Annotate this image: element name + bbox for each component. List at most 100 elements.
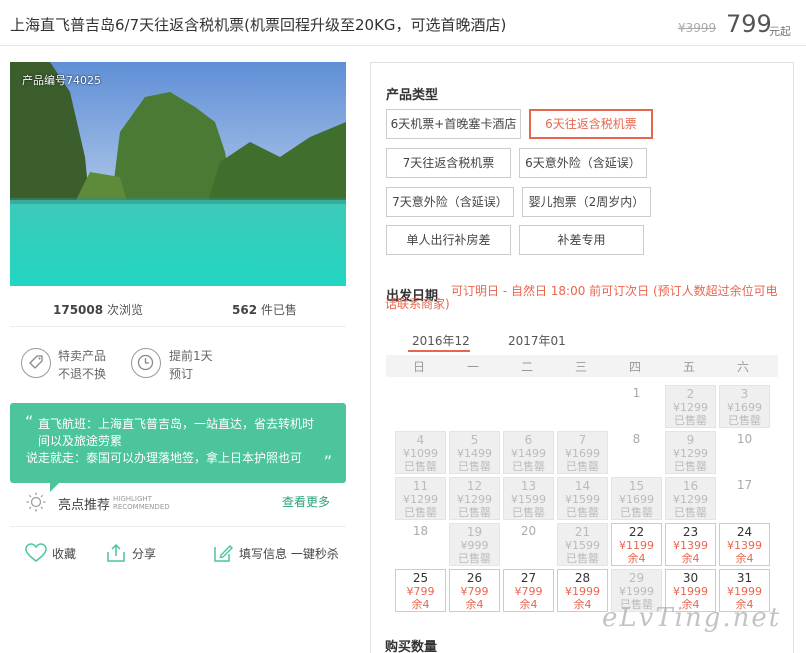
calendar-day-status: 余4 [681,552,700,565]
views-count: 175008 [53,303,104,317]
highlight-label: 亮点推荐 [58,498,111,513]
calendar-day-number: 2 [686,387,695,401]
weekday-label: 三 [574,360,587,374]
calendar-day-number: 19 [466,525,483,539]
calendar-day-price: ¥1699 [727,401,762,414]
month-tab-next[interactable]: 2017年01 [508,332,566,349]
weekday-label: 六 [736,360,749,374]
option-6day-hotel[interactable]: 6天机票+首晚塞卡酒店 [386,109,521,139]
highlight-line: 说走就走：泰国可以办理落地签，拿上日本护照也可 [26,451,303,465]
calendar-day[interactable]: 24 ¥1399 余4 [719,523,770,566]
calendar-day: 13 ¥1599 已售罄 [503,477,554,520]
highlight-bar: 亮点推荐 HIGHLIGHT RECOMMENDED 查看更多 [10,488,346,516]
calendar-day-number: 31 [736,571,753,585]
watermark: eLvTing.net [602,603,782,633]
calendar-day-status: 已售罄 [566,460,599,473]
highlight-line: 直飞航班：上海直飞普吉岛，一站直达，省去转机时 [38,417,315,431]
calendar-day-number: 18 [412,524,429,538]
calendar-day[interactable]: 22 ¥1199 余4 [611,523,662,566]
views-label: 次浏览 [106,303,143,317]
calendar-day-status: 已售罄 [674,506,707,519]
calendar-day-number: 14 [574,479,591,493]
quote-open-icon: “ [25,412,34,431]
calendar-day-number: 28 [574,571,591,585]
calendar-day-price: ¥1699 [565,447,600,460]
tag-icon [21,348,51,378]
calendar-day-status: 已售罄 [566,506,599,519]
feature-line: 不退不换 [58,367,107,381]
fill-info-button[interactable]: 填写信息 一键秒杀 [239,545,339,562]
calendar-day-number: 27 [520,571,537,585]
calendar-day: 4 ¥1099 已售罄 [395,431,446,474]
date-note-text: 可订明日 - 自然日 18:00 前可订次日 (预订人数超过余位可电话联系商家) [385,284,778,311]
see-more-link[interactable]: 查看更多 [282,493,330,510]
calendar-day-number: 22 [628,525,645,539]
calendar-day-number: 23 [682,525,699,539]
calendar-day-status: 已售罄 [674,460,707,473]
calendar-day-number: 30 [682,571,699,585]
weekday-label: 日 [412,360,425,374]
month-tab-current[interactable]: 2016年12 [412,332,470,349]
divider [10,526,346,527]
calendar-day: 11 ¥1299 已售罄 [395,477,446,520]
product-photo [10,62,346,286]
calendar-day-status: 已售罄 [620,506,653,519]
calendar-day-number: 17 [736,478,753,492]
option-7day-insurance[interactable]: 7天意外险（含延误） [386,187,514,217]
calendar-day: 20 [503,523,554,566]
calendar-day-number: 12 [466,479,483,493]
calendar-day: 1 [611,385,662,428]
calendar-day-number: 24 [736,525,753,539]
option-price-difference[interactable]: 补差专用 [519,225,644,255]
option-6day-insurance[interactable]: 6天意外险（含延误） [519,148,647,178]
heart-icon[interactable] [25,543,47,563]
calendar-day: 3 ¥1699 已售罄 [719,385,770,428]
divider [10,326,346,327]
feature-line: 预订 [169,367,194,381]
calendar-day-status: 已售罄 [674,414,707,427]
calendar-day-status: 已售罄 [458,552,491,565]
calendar-day-price: ¥799 [460,585,489,598]
calendar-day-number: 4 [416,433,425,447]
calendar-day-number: 3 [740,387,749,401]
calendar-day-number: 6 [524,433,533,447]
edit-icon[interactable] [213,543,233,563]
current-price: 799 [726,10,772,38]
option-infant-ticket[interactable]: 婴儿抱票（2周岁内） [522,187,651,217]
favorite-button[interactable]: 收藏 [52,545,76,562]
share-icon[interactable] [106,543,126,563]
option-6day-ticket[interactable]: 6天往返含税机票 [529,109,653,139]
calendar-day: 8 [611,431,662,474]
weekday-label: 二 [520,360,533,374]
calendar-day-price: ¥1999 [673,585,708,598]
calendar-day[interactable]: 27 ¥799 余4 [503,569,554,612]
calendar-day: 12 ¥1299 已售罄 [449,477,500,520]
calendar-day-number: 1 [632,386,641,400]
feature-advance: 提前1天 预订 [169,347,213,383]
calendar-day-status: 已售罄 [566,552,599,565]
calendar-day[interactable]: 28 ¥1999 余4 [557,569,608,612]
calendar-day[interactable]: 26 ¥799 余4 [449,569,500,612]
calendar-day-status: 已售罄 [512,460,545,473]
calendar-day-status: 已售罄 [458,506,491,519]
calendar-day-price: ¥1999 [619,585,654,598]
calendar-day: 6 ¥1499 已售罄 [503,431,554,474]
calendar-day[interactable]: 23 ¥1399 余4 [665,523,716,566]
feature-special: 特卖产品 不退不换 [58,347,106,383]
option-single-supplement[interactable]: 单人出行补房差 [386,225,511,255]
calendar-day[interactable]: 25 ¥799 余4 [395,569,446,612]
calendar-day: 18 [395,523,446,566]
product-type-title: 产品类型 [386,88,439,103]
calendar-day-price: ¥799 [514,585,543,598]
weekday-label: 一 [466,360,479,374]
clock-icon [131,348,161,378]
share-button[interactable]: 分享 [132,545,156,562]
feature-line: 特卖产品 [58,349,107,363]
calendar-day-status: 余4 [735,552,754,565]
weekday-label: 五 [682,360,695,374]
calendar-day-status: 已售罄 [458,460,491,473]
option-7day-ticket[interactable]: 7天往返含税机票 [386,148,511,178]
calendar-day-number: 16 [682,479,699,493]
calendar-day: 9 ¥1299 已售罄 [665,431,716,474]
original-price: ¥3999 [678,21,717,35]
